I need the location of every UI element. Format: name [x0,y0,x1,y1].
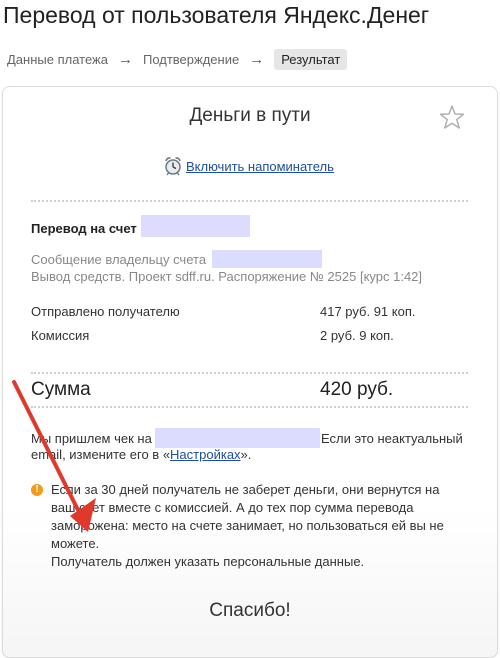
star-icon[interactable] [439,104,465,130]
breadcrumb-arrow-icon: → [117,50,133,68]
card-title: Деньги в пути [189,105,311,126]
commission-value: 2 руб. 9 коп. [320,328,394,343]
dotted-divider [31,200,468,202]
receipt-text: Если это неактуальный [321,431,463,446]
alarm-clock-icon [165,157,181,176]
breadcrumb-arrow-icon: → [249,50,265,68]
redacted-account [141,215,250,237]
message-label: Сообщение владельцу счета [31,252,207,267]
sent-label: Отправлено получателю [31,304,180,319]
commission-label: Комиссия [31,328,90,343]
settings-link[interactable]: Настройках [170,447,241,462]
transfer-label: Перевод на счет [31,221,137,236]
annotation-arrow-icon [12,380,96,532]
reminder-row: Включить напоминатель [164,156,334,176]
redacted-email [155,428,320,448]
breadcrumb-item-payment-data[interactable]: Данные платежа [7,52,108,67]
receipt-text: ». [240,447,252,462]
sum-value: 420 руб. [320,379,394,400]
page-title: Перевод от пользователя Яндекс.Денег [3,2,430,28]
redacted-message [212,250,322,268]
breadcrumb-item-result: Результат [274,48,348,70]
sent-value: 417 руб. 91 коп. [320,304,416,319]
breadcrumb: Данные платежа → Подтверждение → Результ… [7,47,348,71]
withdraw-text: Вывод средств. Проект sdff.ru. Распоряже… [31,269,423,284]
enable-reminder-link[interactable]: Включить напоминатель [186,159,334,174]
breadcrumb-item-confirmation[interactable]: Подтверждение [143,52,239,67]
